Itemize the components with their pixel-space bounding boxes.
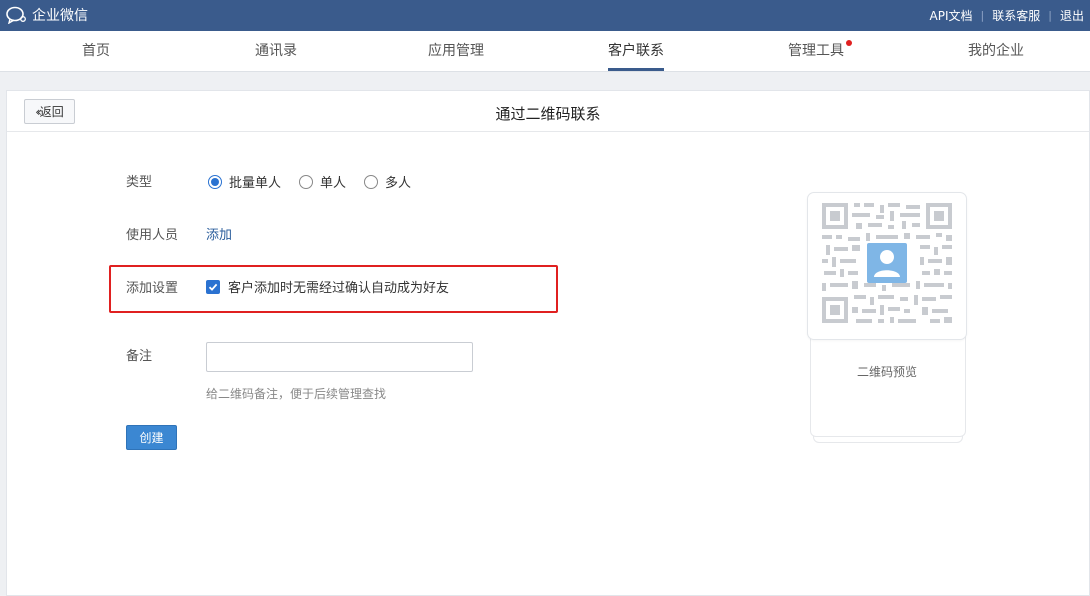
- note-hint: 给二维码备注，便于后续管理查找: [206, 387, 387, 401]
- support-link[interactable]: 联系客服: [992, 7, 1040, 24]
- nav-admin-tools[interactable]: 管理工具: [756, 31, 876, 71]
- logout-link[interactable]: 退出: [1060, 7, 1084, 24]
- qr-caption: 二维码预览: [856, 365, 917, 379]
- auto-accept-checkbox[interactable]: [206, 279, 220, 294]
- auto-accept-option: 客户添加时无需经过确认自动成为好友: [206, 277, 449, 296]
- radio-multiple[interactable]: [364, 174, 379, 189]
- note-label: 备注: [126, 349, 153, 364]
- api-docs-link[interactable]: API文档: [930, 7, 973, 24]
- notification-dot: [846, 40, 852, 46]
- nav-customer-contact[interactable]: 客户联系: [576, 31, 696, 71]
- nav-my-company[interactable]: 我的企业: [936, 31, 1056, 71]
- checkmark-icon: [208, 283, 218, 291]
- divider: |: [1048, 9, 1052, 22]
- brand-logo[interactable]: 企业微信: [6, 5, 88, 25]
- auto-accept-label: 客户添加时无需经过确认自动成为好友: [228, 281, 450, 296]
- radio-single[interactable]: [299, 174, 314, 189]
- page-title: 通过二维码联系: [495, 105, 601, 123]
- brand-name: 企业微信: [32, 8, 88, 24]
- main-nav: 首页 通讯录 应用管理 客户联系 管理工具 我的企业: [0, 31, 1090, 72]
- note-input[interactable]: [206, 342, 473, 372]
- type-radio-group: 批量单人 单人 多人: [208, 172, 429, 191]
- divider: |: [980, 9, 985, 22]
- nav-contacts[interactable]: 通讯录: [216, 31, 336, 71]
- users-label: 使用人员: [126, 228, 179, 243]
- top-links: API文档 | 联系客服 | 退出: [930, 7, 1084, 24]
- radio-label: 单人: [320, 176, 347, 191]
- type-label: 类型: [126, 175, 153, 190]
- nav-home[interactable]: 首页: [36, 31, 156, 71]
- qr-code-placeholder-icon: [822, 203, 952, 323]
- top-bar: 企业微信 API文档 | 联系客服 | 退出: [0, 0, 1090, 31]
- radio-batch-single[interactable]: [208, 174, 222, 189]
- radio-label: 批量单人: [229, 176, 282, 191]
- nav-apps[interactable]: 应用管理: [396, 31, 516, 71]
- add-users-link[interactable]: 添加: [206, 224, 232, 243]
- qr-preview-card: [807, 192, 967, 340]
- create-button[interactable]: 创建: [126, 425, 177, 450]
- content-panel: ‹‹ 返回 通过二维码联系 类型 批量单人 单人 多人 使用人员 添加 添加设置…: [6, 90, 1090, 596]
- wechat-work-logo-icon: [6, 6, 26, 24]
- panel-header: ‹‹ 返回 通过二维码联系: [7, 91, 1089, 132]
- settings-label: 添加设置: [126, 281, 179, 296]
- radio-label: 多人: [385, 176, 412, 191]
